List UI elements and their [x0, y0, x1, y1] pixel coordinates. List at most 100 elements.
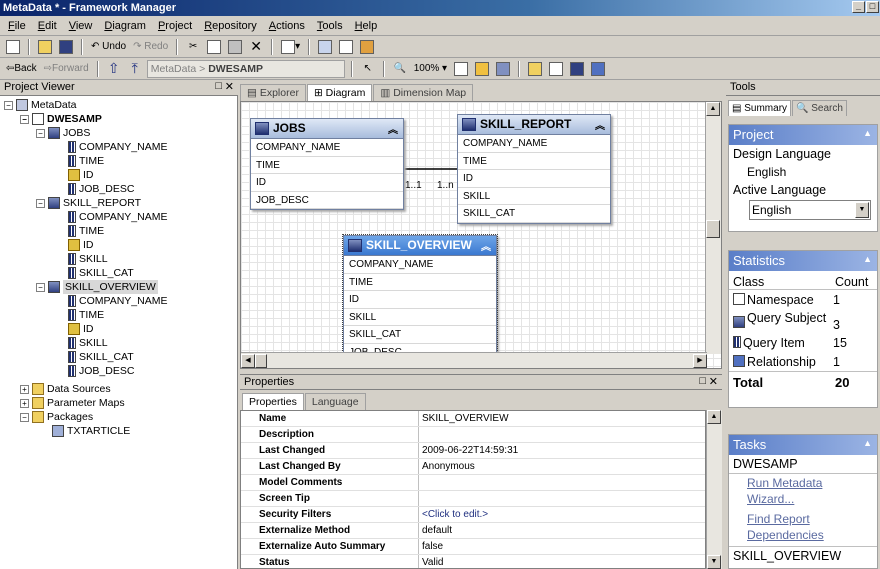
tree-node-package[interactable]: TXTARTICLE [52, 424, 130, 438]
scroll-left-arrow-icon[interactable]: ◀ [241, 354, 255, 368]
collapse-icon[interactable]: − [20, 114, 29, 124]
active-language-select[interactable]: English ▼ [749, 200, 871, 220]
scroll-up-arrow-icon[interactable]: ▲ [706, 102, 720, 116]
breadcrumb[interactable]: MetaData > DWESAMP [146, 59, 345, 78]
entity-field[interactable]: COMPANY_NAME [344, 256, 496, 274]
save-button[interactable] [57, 38, 75, 56]
relationship-button[interactable] [473, 60, 491, 78]
expand-button[interactable] [494, 60, 512, 78]
collapse-chevron-icon[interactable]: ︽ [481, 238, 491, 253]
new-shortcut-button[interactable] [589, 60, 607, 78]
entity-field[interactable]: JOB_DESC [251, 192, 403, 209]
menu-repository[interactable]: Repository [198, 20, 263, 32]
maximize-button[interactable]: □ [866, 1, 879, 13]
breadcrumb-root[interactable]: MetaData [151, 63, 197, 75]
minimize-button[interactable]: _ [852, 1, 865, 13]
scroll-down-arrow-icon[interactable]: ▼ [707, 555, 721, 569]
run-metadata-wizard-link[interactable]: Run Metadata Wizard... [729, 474, 877, 510]
menu-actions[interactable]: Actions [263, 20, 311, 32]
dropdown-arrow-icon[interactable]: ▼ [855, 202, 869, 218]
delete-button[interactable]: ✕ [247, 38, 265, 56]
restore-panel-icon[interactable]: □ [215, 80, 222, 92]
entity-header[interactable]: JOBS ︽ [251, 119, 403, 139]
tree-node-query-item[interactable]: SKILL [68, 336, 108, 350]
expand-icon[interactable]: + [20, 398, 29, 408]
collapse-icon[interactable]: − [4, 100, 13, 110]
collapse-up-icon[interactable]: ▲ [863, 254, 872, 264]
fit-button[interactable] [452, 60, 470, 78]
undo-button[interactable]: ↶ Undo [89, 38, 128, 56]
collapse-up-icon[interactable]: ▲ [863, 438, 872, 448]
zoom-level-dropdown[interactable]: 100% ▾ [412, 60, 449, 78]
tab-summary[interactable]: ▤ Summary [728, 100, 792, 116]
copy-button[interactable] [205, 38, 223, 56]
tree-node-data-sources[interactable]: + Data Sources [20, 382, 111, 396]
tree-node-query-subject-selected[interactable]: − SKILL_OVERVIEW [36, 280, 158, 294]
tree-node-root[interactable]: − MetaData [4, 98, 77, 112]
property-value[interactable] [419, 475, 422, 490]
entity-field[interactable]: ID [344, 291, 496, 309]
entity-skill-report[interactable]: SKILL_REPORT ︽ COMPANY_NAME TIME ID SKILL… [457, 114, 611, 224]
collapse-chevron-icon[interactable]: ︽ [388, 121, 398, 136]
tree-node-query-item[interactable]: TIME [68, 154, 104, 168]
property-row[interactable]: Name SKILL_OVERVIEW [241, 411, 705, 427]
menu-help[interactable]: Help [349, 20, 384, 32]
collapse-icon[interactable]: − [36, 198, 45, 208]
tab-search[interactable]: 🔍 Search [792, 100, 847, 116]
close-panel-icon[interactable]: ✕ [225, 80, 234, 93]
property-row[interactable]: Externalize Method default [241, 523, 705, 539]
menu-file[interactable]: File [2, 20, 32, 32]
redo-button[interactable]: ↷ Redo [131, 38, 170, 56]
section-header[interactable]: Statistics ▲ [729, 251, 877, 271]
tree-node-query-item[interactable]: COMPANY_NAME [68, 294, 168, 308]
find-report-dependencies-link[interactable]: Find Report Dependencies [729, 510, 877, 546]
restore-panel-icon[interactable]: □ [699, 375, 706, 387]
zoom-button[interactable]: 🔍 [391, 60, 409, 78]
entity-field[interactable]: ID [458, 170, 610, 188]
property-value[interactable]: Valid [419, 555, 444, 568]
section-header[interactable]: Project ▲ [729, 125, 877, 145]
open-button[interactable] [36, 38, 54, 56]
tree-node-query-item[interactable]: ID [68, 322, 94, 336]
property-value[interactable]: false [419, 539, 443, 554]
property-value[interactable]: Anonymous [419, 459, 475, 474]
new-namespace-button[interactable] [547, 60, 565, 78]
property-row[interactable]: Description [241, 427, 705, 443]
expand-icon[interactable]: + [20, 384, 29, 394]
entity-field[interactable]: TIME [458, 153, 610, 170]
tab-language[interactable]: Language [304, 393, 366, 410]
entity-jobs[interactable]: JOBS ︽ COMPANY_NAME TIME ID JOB_DESC [250, 118, 404, 210]
property-value[interactable]: 2009-06-22T14:59:31 [419, 443, 518, 458]
diagram-horizontal-scrollbar[interactable]: ◀ ▶ [241, 352, 707, 368]
collapse-icon[interactable]: − [36, 128, 45, 138]
property-row[interactable]: Screen Tip [241, 491, 705, 507]
property-row[interactable]: Externalize Auto Summary false [241, 539, 705, 555]
up-level-button[interactable]: ⇧ [105, 60, 123, 78]
entity-field[interactable]: SKILL_CAT [458, 205, 610, 223]
collapse-up-icon[interactable]: ▲ [863, 128, 872, 138]
tree-node-query-item[interactable]: JOB_DESC [68, 364, 134, 378]
property-value[interactable] [419, 491, 422, 506]
scroll-thumb[interactable] [255, 354, 267, 368]
entity-header[interactable]: SKILL_REPORT ︽ [458, 115, 610, 135]
entity-field[interactable]: SKILL_CAT [344, 326, 496, 344]
tree-node-query-item[interactable]: TIME [68, 308, 104, 322]
scroll-up-arrow-icon[interactable]: ▲ [707, 410, 721, 424]
tree-node-query-item[interactable]: COMPANY_NAME [68, 140, 168, 154]
tab-explorer[interactable]: ▤ Explorer [240, 84, 306, 101]
tree-node-query-subject[interactable]: − SKILL_REPORT [36, 196, 141, 210]
scroll-right-arrow-icon[interactable]: ▶ [693, 354, 707, 368]
diagram-canvas[interactable]: 1..1 1..n JOBS ︽ COMPANY_NAME TIME ID JOB… [240, 101, 722, 369]
property-value[interactable]: SKILL_OVERVIEW [419, 411, 509, 426]
tab-dimension-map[interactable]: ▥ Dimension Map [373, 84, 474, 101]
tree-node-query-item[interactable]: SKILL_CAT [68, 266, 134, 280]
entity-field[interactable]: TIME [251, 157, 403, 174]
property-value[interactable]: default [419, 523, 452, 538]
entity-field[interactable]: TIME [344, 274, 496, 291]
forward-button[interactable]: ⇨ Forward [42, 60, 91, 78]
property-row[interactable]: Status Valid [241, 555, 705, 568]
new-query-subject-button[interactable] [568, 60, 586, 78]
properties-button[interactable] [337, 38, 355, 56]
section-header[interactable]: Tasks ▲ [729, 435, 877, 455]
tree-node-query-item[interactable]: TIME [68, 224, 104, 238]
